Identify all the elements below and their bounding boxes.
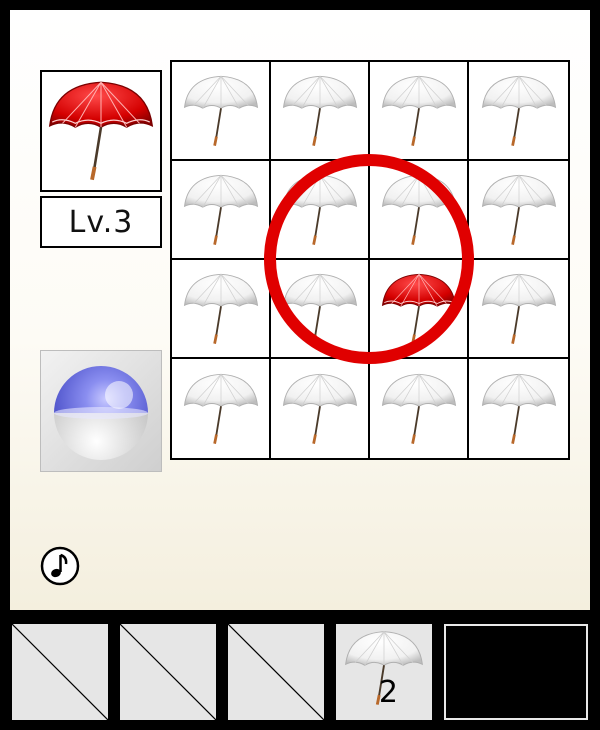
grid-cell[interactable] bbox=[370, 260, 469, 359]
white-umbrella-icon bbox=[281, 74, 358, 147]
white-umbrella-icon bbox=[380, 173, 457, 246]
level-label: Lv.3 bbox=[40, 196, 162, 248]
white-umbrella-icon bbox=[480, 372, 557, 445]
inventory-slot-1[interactable] bbox=[12, 624, 108, 720]
inventory-slot-3[interactable] bbox=[228, 624, 324, 720]
grid-cell[interactable] bbox=[370, 359, 469, 458]
item-count: 2 bbox=[378, 675, 398, 710]
grid-cell[interactable] bbox=[172, 161, 271, 260]
grid-cell[interactable] bbox=[469, 62, 568, 161]
umbrella-grid bbox=[170, 60, 570, 460]
target-item-box bbox=[40, 70, 162, 192]
white-umbrella-icon bbox=[281, 173, 358, 246]
orb-button[interactable] bbox=[40, 350, 162, 472]
grid-cell[interactable] bbox=[271, 161, 370, 260]
music-note-icon bbox=[40, 546, 80, 586]
grid-cell[interactable] bbox=[469, 161, 568, 260]
empty-slot-icon bbox=[12, 624, 108, 720]
white-umbrella-icon bbox=[380, 74, 457, 147]
white-umbrella-icon bbox=[182, 272, 259, 345]
grid-cell[interactable] bbox=[271, 359, 370, 458]
orb-icon bbox=[54, 366, 148, 460]
white-umbrella-icon bbox=[182, 74, 259, 147]
red-umbrella-icon bbox=[380, 272, 457, 345]
white-umbrella-icon bbox=[182, 173, 259, 246]
music-toggle-button[interactable] bbox=[40, 546, 80, 586]
empty-slot-icon bbox=[228, 624, 324, 720]
grid-cell[interactable] bbox=[370, 161, 469, 260]
white-umbrella-icon bbox=[281, 272, 358, 345]
inventory-slot-2[interactable] bbox=[120, 624, 216, 720]
grid-cell[interactable] bbox=[172, 359, 271, 458]
empty-slot-icon bbox=[120, 624, 216, 720]
inventory-slot-5[interactable] bbox=[444, 624, 588, 720]
white-umbrella-icon bbox=[182, 372, 259, 445]
white-umbrella-icon bbox=[281, 372, 358, 445]
white-umbrella-icon bbox=[480, 272, 557, 345]
grid-cell[interactable] bbox=[469, 260, 568, 359]
inventory-bar: 2 bbox=[0, 610, 600, 730]
grid-cell[interactable] bbox=[271, 62, 370, 161]
grid-cell[interactable] bbox=[370, 62, 469, 161]
inventory-slot-4[interactable]: 2 bbox=[336, 624, 432, 720]
white-umbrella-icon bbox=[480, 173, 557, 246]
white-umbrella-icon bbox=[480, 74, 557, 147]
red-umbrella-icon bbox=[47, 80, 155, 182]
grid-cell[interactable] bbox=[172, 62, 271, 161]
white-umbrella-icon bbox=[380, 372, 457, 445]
grid-cell[interactable] bbox=[172, 260, 271, 359]
grid-cell[interactable] bbox=[469, 359, 568, 458]
grid-cell[interactable] bbox=[271, 260, 370, 359]
